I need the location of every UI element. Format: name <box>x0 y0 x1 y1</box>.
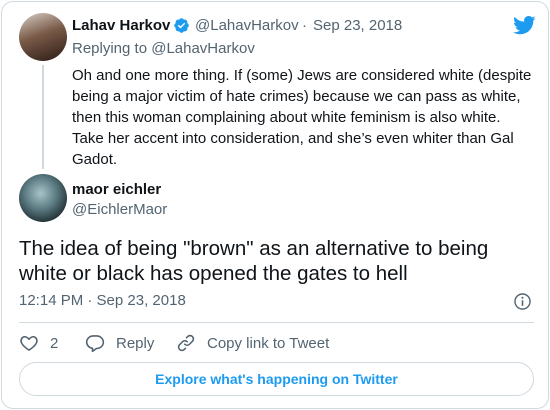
reply-icon <box>85 335 105 353</box>
replying-to-label[interactable]: Replying to @LahavHarkov <box>72 40 255 57</box>
info-icon[interactable] <box>513 292 532 311</box>
explore-label: Explore what's happening on Twitter <box>155 371 398 387</box>
twitter-bird-icon[interactable] <box>513 16 536 35</box>
main-tweet-timestamp[interactable]: 12:14 PM · Sep 23, 2018 <box>19 292 186 309</box>
maor-eichler-avatar[interactable] <box>19 174 67 222</box>
lahav-harkov-avatar[interactable] <box>19 13 67 61</box>
main-tweet-text: The idea of being "brown" as an alternat… <box>19 237 489 285</box>
tweet-embed-card: Lahav Harkov @LahavHarkov · Sep 23, 2018… <box>1 1 549 409</box>
reply-tweet-text: Oh and one more thing. If (some) Jews ar… <box>72 67 532 168</box>
reply-tweet-date[interactable]: Sep 23, 2018 <box>313 17 402 34</box>
explore-twitter-button[interactable]: Explore what's happening on Twitter <box>19 362 534 396</box>
copy-link-label: Copy link to Tweet <box>207 334 330 352</box>
heart-icon <box>20 335 38 351</box>
main-author-handle[interactable]: @EichlerMaor <box>72 201 167 218</box>
copy-link-button[interactable]: Copy link to Tweet <box>176 332 329 354</box>
like-count: 2 <box>50 334 59 352</box>
reply-author-handle[interactable]: @LahavHarkov <box>195 17 299 34</box>
verified-badge-icon <box>174 18 189 33</box>
reply-label: Reply <box>116 334 155 352</box>
reply-button[interactable]: Reply <box>85 332 154 354</box>
link-icon <box>177 334 195 352</box>
reply-author-name[interactable]: Lahav Harkov <box>72 17 170 34</box>
reply-date-separator: · <box>302 17 307 34</box>
main-author-name[interactable]: maor eichler <box>72 181 161 198</box>
like-button[interactable]: 2 <box>19 332 58 354</box>
thread-connector-line <box>42 65 44 169</box>
action-divider <box>19 322 534 323</box>
